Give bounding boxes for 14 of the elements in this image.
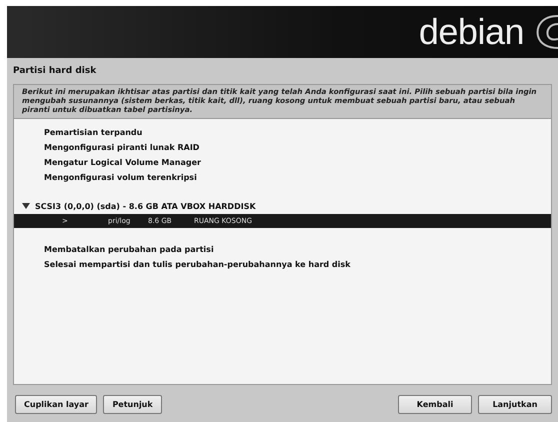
logo-text: debian	[418, 11, 524, 53]
menu-item[interactable]: Mengatur Logical Volume Manager	[14, 154, 551, 170]
disk-item[interactable]: SCSI3 (0,0,0) (sda) - 8.6 GB ATA VBOX HARDDISK	[14, 198, 551, 214]
triangle-icon[interactable]	[22, 203, 30, 210]
footer-button[interactable]: Petunjuk	[103, 395, 162, 414]
menu-item[interactable]: Mengonfigurasi piranti lunak RAID	[14, 140, 551, 155]
menu-item[interactable]: Selesai mempartisi dan tulis perubahan-perubahannya ke hard disk	[14, 256, 551, 272]
footer-button[interactable]: Cuplikan layar	[15, 395, 98, 414]
menu-item[interactable]: Mengonfigurasi volum terenkripsi	[14, 170, 551, 185]
page-title: Partisi hard disk	[12, 65, 98, 78]
menu-item[interactable]: Pemartisian terpandu	[14, 124, 551, 140]
menu-item[interactable]: Membatalkan perubahan pada partisi	[14, 242, 551, 257]
nav-button[interactable]: Kembali	[398, 395, 472, 414]
nav-button[interactable]: Lanjutkan	[478, 395, 552, 414]
